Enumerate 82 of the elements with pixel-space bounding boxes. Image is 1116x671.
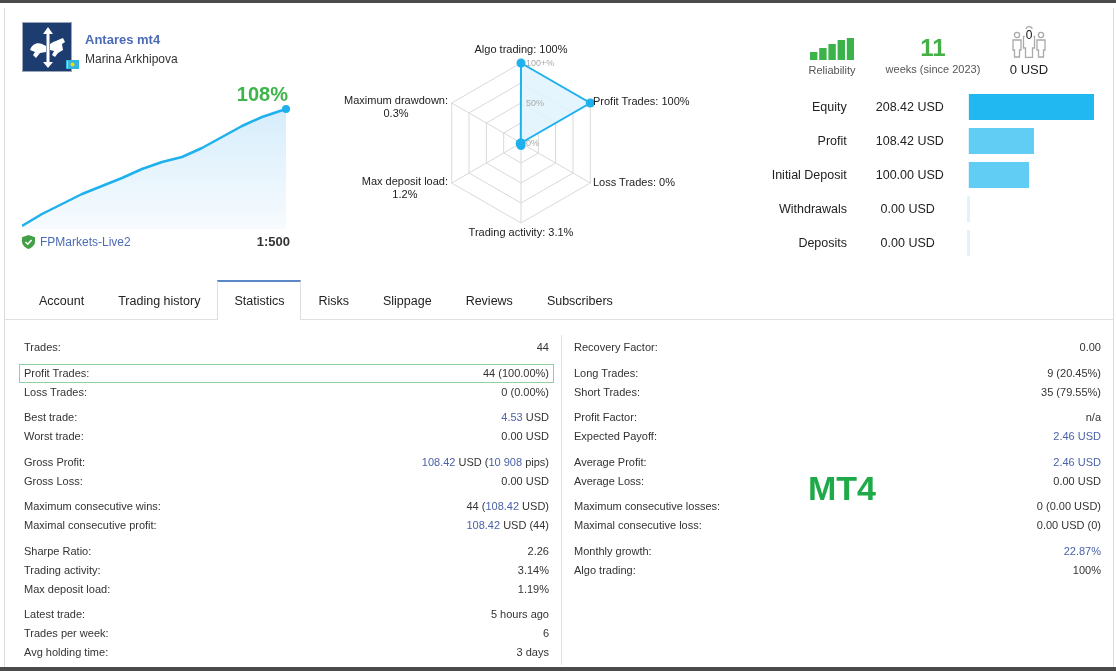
balance-value: 0.00 USD	[879, 234, 936, 252]
stat-value: 0 (0.00 USD)	[1036, 499, 1101, 515]
stat-value: 5 hours ago	[490, 607, 549, 623]
stat-value: 0.00 USD (0)	[1036, 518, 1101, 534]
stat-value: 0.00 USD	[501, 429, 549, 445]
stat-label: Maximal consecutive loss:	[574, 518, 702, 534]
stat-label: Trading activity:	[24, 562, 101, 578]
balance-label: Equity	[811, 98, 847, 116]
shield-check-icon	[22, 235, 35, 249]
stat-value: 0.00	[1079, 340, 1101, 356]
stat-label: Max deposit load:	[24, 581, 111, 597]
stat-value: 44 (100.00%)	[482, 365, 549, 381]
tab[interactable]: Reviews	[448, 280, 530, 320]
leverage: 1:500	[256, 235, 290, 249]
stat-value: 3 days	[516, 645, 549, 661]
stat-value: 108.42 USD (10 908 pips)	[421, 454, 549, 470]
stat-label: Worst trade:	[24, 429, 84, 445]
stat-label: Recovery Factor:	[574, 340, 658, 356]
stat-value: 2.46 USD	[1053, 429, 1101, 445]
stat-label: Profit Trades:	[24, 365, 90, 381]
stat-value: 44 (108.42 USD)	[466, 499, 549, 515]
weeks-count: 11	[920, 35, 946, 61]
stat-label: Maximal consecutive profit:	[24, 518, 157, 534]
stat-label: Latest trade:	[24, 607, 86, 623]
stat-label: Monthly growth:	[574, 543, 652, 559]
tab[interactable]: Statistics	[217, 280, 302, 320]
stat-value: 100%	[1072, 562, 1101, 578]
subscriber-count: 0	[1024, 29, 1034, 41]
stat-label: Profit Factor:	[574, 410, 637, 426]
stat-value: 3.14%	[517, 562, 549, 578]
flag-icon	[66, 60, 79, 69]
tab[interactable]: Slippage	[365, 280, 449, 320]
subscriber-funds: 0 USD	[1009, 62, 1049, 77]
stat-value: 22.87%	[1063, 543, 1101, 559]
balance-value: 0.00 USD	[879, 200, 936, 218]
overlay-label: MT4	[808, 471, 876, 505]
stat-label: Long Trades:	[574, 365, 639, 381]
signal-title[interactable]: Antares mt4	[85, 32, 178, 48]
stat-label: Average Profit:	[574, 454, 647, 470]
stat-label: Maximum consecutive wins:	[24, 499, 161, 515]
server-name[interactable]: FPMarkets-Live2	[40, 235, 131, 249]
stat-value: 108.42 USD (44)	[466, 518, 549, 534]
stat-value: 0.00 USD	[1053, 473, 1101, 489]
signal-bars-icon	[810, 38, 854, 60]
stat-label: Average Loss:	[574, 473, 645, 489]
stat-label: Trades:	[24, 340, 61, 356]
stat-label: Expected Payoff:	[574, 429, 657, 445]
stat-label: Sharpe Ratio:	[24, 543, 92, 559]
stat-value: 1.19%	[517, 581, 549, 597]
stat-label: Gross Profit:	[24, 454, 86, 470]
stat-label: Short Trades:	[574, 384, 641, 400]
tab[interactable]: Subscribers	[529, 280, 630, 320]
reliability-label: Reliability	[808, 64, 856, 77]
stat-value: 35 (79.55%)	[1041, 384, 1101, 400]
stat-label: Gross Loss:	[24, 473, 83, 489]
author-name: Marina Arkhipova	[85, 52, 178, 67]
balance-label: Initial Deposit	[770, 166, 847, 184]
weeks-label: weeks (since 2023)	[885, 63, 981, 76]
stat-label: Algo trading:	[574, 562, 636, 578]
stat-value: 2.26	[527, 543, 549, 559]
stat-label: Avg holding time:	[24, 645, 109, 661]
stat-value: 6	[542, 626, 549, 642]
stat-value: 0.00 USD	[501, 473, 549, 489]
tab[interactable]: Trading history	[101, 280, 218, 320]
stat-value: 9 (20.45%)	[1047, 365, 1101, 381]
stat-label: Loss Trades:	[24, 384, 87, 400]
balance-label: Deposits	[797, 234, 847, 252]
stat-label: Best trade:	[24, 410, 78, 426]
stat-value: 44	[536, 340, 549, 356]
balance-label: Withdrawals	[777, 200, 847, 218]
stat-value: 2.46 USD	[1053, 454, 1101, 470]
stat-value: n/a	[1085, 410, 1101, 426]
stat-label: Maximum consecutive losses:	[574, 499, 721, 515]
tab[interactable]: Account	[22, 280, 102, 320]
people-icon	[1011, 26, 1047, 58]
stat-label: Trades per week:	[24, 626, 109, 642]
arrow-logo	[22, 22, 72, 72]
balance-label: Profit	[816, 132, 847, 150]
stat-value: 0 (0.00%)	[501, 384, 549, 400]
tab[interactable]: Risks	[301, 280, 366, 320]
growth-percent: 108%	[236, 83, 288, 105]
stat-value: 4.53 USD	[501, 410, 549, 426]
